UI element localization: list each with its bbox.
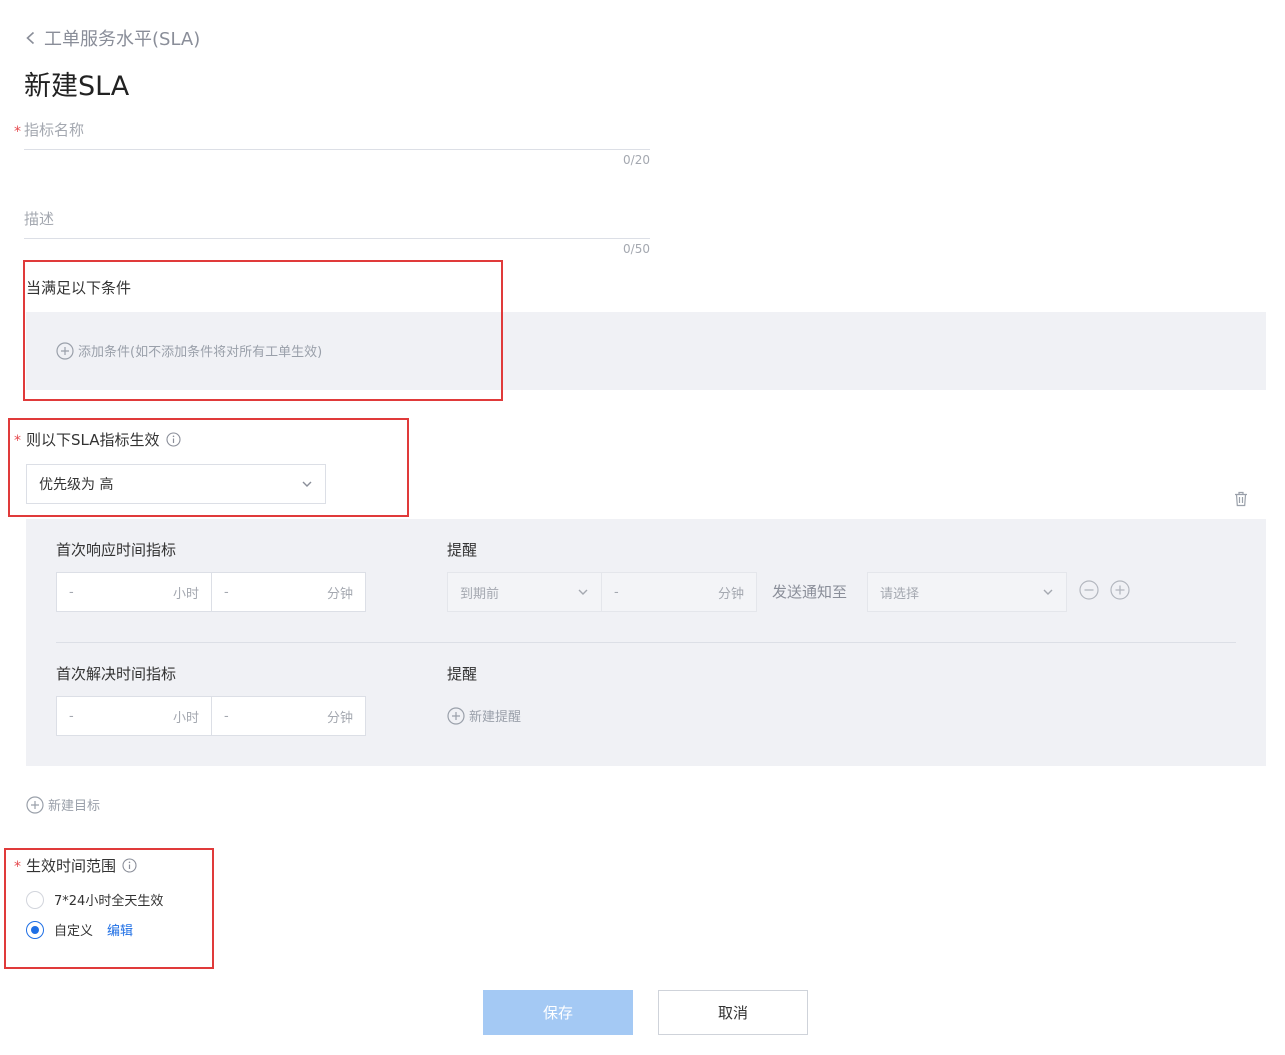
highlight-frame-sla-target — [8, 418, 409, 517]
back-link[interactable]: 工单服务水平(SLA) — [24, 26, 200, 50]
add-reminder-label: 新建提醒 — [469, 710, 522, 725]
cancel-button[interactable]: 取消 — [658, 990, 808, 1035]
trash-icon[interactable] — [1232, 490, 1250, 508]
minutes-value: - — [224, 708, 229, 724]
notify-recipient-placeholder: 请选择 — [880, 586, 920, 602]
reminder-minutes-unit: 分钟 — [717, 586, 744, 602]
hours-value: - — [69, 584, 74, 600]
notify-recipient-select[interactable]: 请选择 — [867, 572, 1067, 612]
plus-circle-icon — [447, 706, 465, 725]
reminder-minutes-input[interactable]: - 分钟 — [601, 572, 757, 612]
first-resolve-minutes-input[interactable]: - 分钟 — [211, 697, 365, 735]
reminder-when-select[interactable]: 到期前 — [447, 572, 602, 612]
name-underline — [24, 149, 650, 150]
first-resolve-label: 首次解决时间指标 — [56, 665, 177, 683]
minutes-value: - — [224, 584, 229, 600]
description-input[interactable] — [24, 205, 650, 233]
name-input[interactable] — [24, 116, 650, 144]
chevron-down-icon — [1043, 589, 1053, 595]
minutes-unit: 分钟 — [326, 586, 353, 602]
chevron-down-icon — [578, 589, 588, 595]
add-target-button[interactable]: 新建目标 — [26, 795, 100, 814]
back-link-label: 工单服务水平(SLA) — [44, 29, 201, 50]
notify-label: 发送通知至 — [772, 583, 848, 601]
reminder-minutes-value: - — [614, 584, 619, 600]
save-button[interactable]: 保存 — [483, 990, 633, 1035]
minutes-unit: 分钟 — [326, 710, 353, 726]
hours-unit: 小时 — [172, 586, 199, 602]
target-divider — [56, 642, 1236, 643]
highlight-frame-conditions — [23, 260, 503, 401]
plus-circle-icon — [26, 795, 44, 814]
first-response-reminder-label: 提醒 — [447, 541, 478, 559]
reminder-when-value: 到期前 — [460, 586, 500, 602]
add-target-label: 新建目标 — [48, 799, 101, 814]
first-resolve-hours-input[interactable]: - 小时 — [57, 697, 211, 735]
first-response-label: 首次响应时间指标 — [56, 541, 177, 559]
page-title: 新建SLA — [24, 71, 130, 102]
chevron-left-icon — [26, 31, 35, 45]
minus-circle-icon[interactable] — [1079, 580, 1099, 600]
required-mark: * — [14, 124, 21, 140]
hours-unit: 小时 — [172, 710, 199, 726]
hours-value: - — [69, 708, 74, 724]
first-response-minutes-input[interactable]: - 分钟 — [211, 573, 365, 611]
highlight-frame-effective-time — [4, 848, 214, 969]
description-counter: 0/50 — [623, 242, 650, 256]
first-resolve-time-input: - 小时 - 分钟 — [56, 696, 366, 736]
first-resolve-reminder-label: 提醒 — [447, 665, 478, 683]
name-counter: 0/20 — [623, 153, 650, 167]
first-response-hours-input[interactable]: - 小时 — [57, 573, 211, 611]
add-reminder-button[interactable]: 新建提醒 — [447, 706, 521, 725]
plus-circle-icon[interactable] — [1110, 580, 1130, 600]
first-response-time-input: - 小时 - 分钟 — [56, 572, 366, 612]
description-underline — [24, 238, 650, 239]
